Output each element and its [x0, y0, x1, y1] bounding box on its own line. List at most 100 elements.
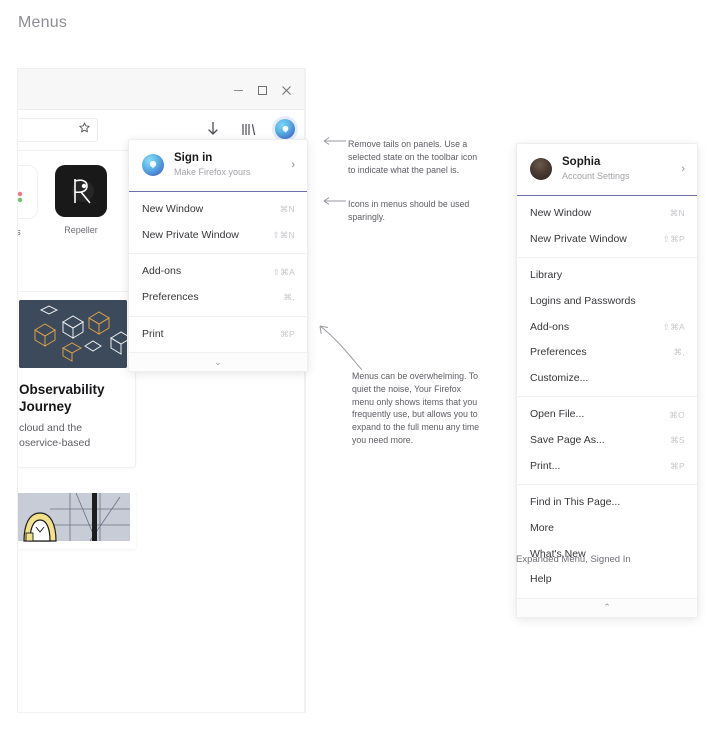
maximize-icon[interactable] — [250, 79, 274, 101]
close-icon[interactable] — [274, 79, 298, 101]
menu-item-shortcut: ⇧⌘P — [662, 233, 685, 244]
annotation-icons-sparingly: Icons in menus should be used sparingly. — [348, 199, 470, 222]
star-icon[interactable] — [78, 121, 91, 139]
menu-item-shortcut: ⌘N — [279, 204, 295, 215]
curved-left-arrow-icon — [319, 325, 363, 371]
menu-item-label: Print... — [530, 459, 561, 472]
menu-item-logins-and-passwords[interactable]: Logins and Passwords — [517, 289, 697, 315]
card-body: cloud and the oservice-based — [19, 421, 135, 451]
menu-item-add-ons[interactable]: Add-ons ⇧⌘A — [517, 315, 697, 341]
top-site-label: tress — [18, 227, 21, 237]
menu-item-shortcut: ⇧⌘N — [272, 229, 295, 240]
chevron-right-icon[interactable]: › — [675, 163, 685, 175]
card-image — [19, 300, 127, 368]
menu-item-preferences[interactable]: Preferences ⌘, — [129, 285, 307, 311]
user-photo-avatar — [530, 157, 552, 180]
top-site-label: Repeller — [64, 225, 98, 235]
card-body-line1: cloud and the — [19, 421, 83, 434]
account-name: Sign in — [174, 152, 213, 164]
menu-item-shortcut: ⇧⌘A — [662, 321, 685, 332]
menu-item-more[interactable]: More — [517, 516, 697, 542]
left-arrow-icon-1 — [323, 137, 346, 145]
chevron-right-icon[interactable]: › — [285, 159, 295, 171]
menu-item-add-ons[interactable]: Add-ons ⇧⌘A — [129, 259, 307, 285]
card-title-line2: Journey — [19, 398, 72, 414]
article-card[interactable]: Observability Journey cloud and the oser… — [18, 291, 136, 469]
article-photo[interactable] — [18, 489, 136, 549]
menu-item-customize[interactable]: Customize... — [517, 366, 697, 392]
menu-group: New Window ⌘N New Private Window ⇧⌘P — [517, 196, 697, 259]
menu-group: Library Logins and Passwords Add-ons ⇧⌘A… — [517, 258, 697, 398]
menu-item-open-file[interactable]: Open File... ⌘O — [517, 402, 697, 428]
account-name: Sophia — [562, 156, 601, 168]
menu-group: Add-ons ⇧⌘A Preferences ⌘, — [129, 254, 307, 317]
menu-item-new-private-window[interactable]: New Private Window ⇧⌘N — [129, 223, 307, 249]
account-subtitle: Account Settings — [562, 171, 630, 182]
chevron-down-icon: ⌄ — [214, 356, 222, 367]
menu-item-label: Customize... — [530, 371, 589, 384]
collapsed-menu-panel[interactable]: Sign in Make Firefox yours › New Window … — [128, 139, 308, 373]
wordpress-tile — [18, 165, 38, 219]
firefox-account-icon[interactable] — [274, 118, 296, 140]
expanded-menu-panel[interactable]: Sophia Account Settings › New Window ⌘N … — [516, 143, 698, 618]
page-title: Menus — [18, 14, 68, 31]
toolbar-icons — [202, 118, 296, 140]
menu-item-shortcut: ⌘, — [673, 347, 685, 358]
artboard-bottom-edge — [17, 712, 306, 713]
menu-item-shortcut: ⌘P — [670, 461, 685, 472]
menu-group: Open File... ⌘O Save Page As... ⌘S Print… — [517, 397, 697, 486]
account-avatar-selected — [275, 119, 295, 139]
menu-item-shortcut: ⌘P — [280, 328, 295, 339]
menu-item-library[interactable]: Library — [517, 263, 697, 289]
menu-item-shortcut: ⌘, — [283, 292, 295, 303]
menu-item-label: Print — [142, 327, 164, 340]
menu-item-label: Save Page As... — [530, 434, 605, 447]
account-text: Sign in Make Firefox yours — [174, 151, 285, 179]
menu-item-label: Find in This Page... — [530, 496, 621, 509]
menu-item-print[interactable]: Print ⌘P — [129, 322, 307, 348]
menu-item-label: Help — [530, 573, 552, 586]
repeller-tile — [55, 165, 107, 217]
url-bar[interactable] — [18, 118, 98, 142]
menu-item-find-in-this-page[interactable]: Find in This Page... — [517, 490, 697, 516]
card-body-line2: oservice-based — [19, 436, 91, 449]
menu-item-new-window[interactable]: New Window ⌘N — [129, 197, 307, 223]
menu-item-label: More — [530, 522, 554, 535]
account-subtitle: Make Firefox yours — [174, 167, 251, 178]
card-title-line1: Observability — [19, 382, 105, 397]
menu-item-label: New Window — [530, 206, 592, 219]
library-icon[interactable] — [238, 118, 260, 140]
top-sites-row: tress Repeller — [18, 165, 108, 237]
card-title: Observability Journey — [19, 382, 135, 416]
expand-menu-button[interactable]: ⌄ — [129, 352, 307, 372]
menu-item-label: Preferences — [142, 290, 199, 303]
firefox-account-icon — [142, 153, 164, 176]
menu-item-print[interactable]: Print... ⌘P — [517, 454, 697, 480]
menu-item-label: Preferences — [530, 346, 587, 359]
chevron-up-icon: ⌃ — [603, 602, 611, 613]
menu-item-label: Add-ons — [142, 265, 182, 278]
collapse-menu-button[interactable]: ⌃ — [517, 597, 697, 617]
menu-item-new-window[interactable]: New Window ⌘N — [517, 201, 697, 227]
menu-item-label: Library — [530, 269, 563, 282]
download-arrow-icon[interactable] — [202, 118, 224, 140]
top-site-item[interactable]: tress — [18, 165, 38, 237]
browser-titlebar — [18, 69, 304, 110]
menu-item-new-private-window[interactable]: New Private Window ⇧⌘P — [517, 227, 697, 253]
account-row-sophia[interactable]: Sophia Account Settings › — [517, 144, 697, 196]
menu-item-save-page-as[interactable]: Save Page As... ⌘S — [517, 428, 697, 454]
menu-item-label: Open File... — [530, 408, 585, 421]
expanded-menu-caption: Expanded Menu, Signed In — [516, 554, 631, 565]
menu-item-shortcut: ⌘S — [670, 435, 685, 446]
menu-item-preferences[interactable]: Preferences ⌘, — [517, 340, 697, 366]
account-row-signin[interactable]: Sign in Make Firefox yours › — [129, 140, 307, 192]
menu-item-shortcut: ⌘O — [669, 409, 685, 420]
menu-item-shortcut: ⇧⌘A — [272, 266, 295, 277]
menu-item-label: New Window — [142, 202, 204, 215]
account-text: Sophia Account Settings — [562, 155, 675, 183]
minimize-icon[interactable] — [226, 79, 250, 101]
menu-item-help[interactable]: Help — [517, 567, 697, 593]
top-site-item[interactable]: Repeller — [54, 165, 108, 237]
menu-item-label: Add-ons — [530, 320, 570, 333]
annotation-menus-overwhelming: Menus can be overwhelming. To quiet the … — [352, 371, 480, 445]
